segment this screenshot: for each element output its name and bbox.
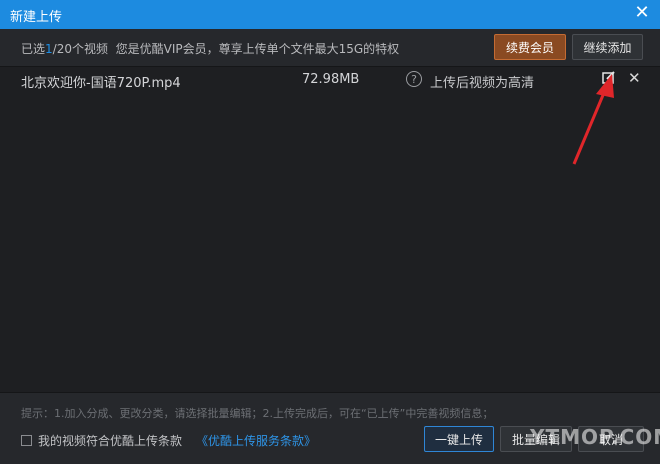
selection-info: 已选1/20个视频 您是优酷VIP会员，尊享上传单个文件最大15G的特权 xyxy=(21,40,399,57)
terms-link[interactable]: 《优酷上传服务条款》 xyxy=(196,432,316,449)
selected-suffix: /20个视频 xyxy=(52,42,108,56)
add-more-button[interactable]: 继续添加 xyxy=(572,34,643,60)
footer: 提示：1.加入分成、更改分类，请选择批量编辑；2.上传完成后，可在“已上传”中完… xyxy=(0,392,660,464)
membership-note: 您是优酷VIP会员，尊享上传单个文件最大15G的特权 xyxy=(115,42,400,56)
info-bar: 已选1/20个视频 您是优酷VIP会员，尊享上传单个文件最大15G的特权 续费会… xyxy=(0,29,660,67)
file-list: 北京欢迎你-国语720P.mp4 72.98MB ? 上传后视频为高清 ✕ xyxy=(0,67,660,392)
renew-vip-button[interactable]: 续费会员 xyxy=(494,34,566,60)
tip-text: 提示：1.加入分成、更改分类，请选择批量编辑；2.上传完成后，可在“已上传”中完… xyxy=(21,407,494,420)
file-name: 北京欢迎你-国语720P.mp4 xyxy=(21,76,181,91)
selected-count: 1 xyxy=(45,42,53,56)
close-icon[interactable]: ✕ xyxy=(632,3,652,23)
agreement-checkbox[interactable] xyxy=(21,435,32,446)
list-item: 北京欢迎你-国语720P.mp4 72.98MB ? 上传后视频为高清 ✕ xyxy=(0,67,660,93)
agreement-text: 我的视频符合优酷上传条款 xyxy=(38,434,183,448)
quality-note: 上传后视频为高清 xyxy=(430,76,535,91)
help-icon[interactable]: ? xyxy=(406,71,422,87)
upload-all-button[interactable]: 一键上传 xyxy=(424,426,494,452)
selected-prefix: 已选 xyxy=(21,42,46,56)
title-bar: 新建上传 ✕ xyxy=(0,0,660,29)
batch-edit-button[interactable]: 批量编辑 xyxy=(500,426,572,452)
window-title: 新建上传 xyxy=(10,10,63,25)
file-size: 72.98MB xyxy=(302,72,360,87)
cancel-button[interactable]: 取消 xyxy=(578,426,644,452)
annotation-arrow xyxy=(572,74,614,165)
delete-icon[interactable]: ✕ xyxy=(628,69,641,87)
